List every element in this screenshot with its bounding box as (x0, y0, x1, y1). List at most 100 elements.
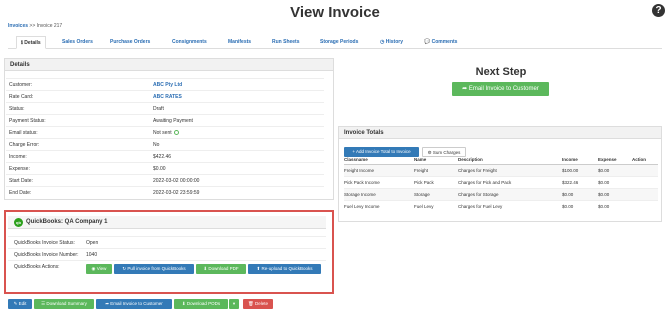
download-icon: ⬇ (203, 266, 208, 271)
table-cell: Pick Pack (414, 175, 458, 188)
download-pods-dropdown[interactable]: ▾ (229, 299, 239, 309)
tab-details-label: Details (24, 40, 41, 46)
delete-button[interactable]: 🗑 Delete (243, 299, 273, 309)
table-cell: $100.00 (562, 163, 598, 176)
qb-pull-label: Pull invoice from QuickBooks (127, 266, 186, 271)
share-icon: ➦ (105, 301, 109, 306)
table-cell: $0.00 (598, 163, 632, 176)
download-pods-label: Download PODs (186, 301, 221, 306)
quickbooks-header: qb QuickBooks: QA Company 1 (8, 216, 326, 229)
detail-value: 2022-03-02 23:59:59 (153, 190, 200, 196)
detail-row-status: Status: Draft (6, 102, 324, 114)
edit-label: Edit (18, 301, 27, 306)
table-cell: $0.00 (598, 175, 632, 188)
tab-history[interactable]: ◷ History (376, 36, 407, 49)
download-pods-button[interactable]: ⬇ Download PODs (174, 299, 228, 309)
upload-icon: ⬆ (256, 266, 261, 271)
tab-consignments[interactable]: Consignments (168, 36, 211, 49)
document-icon: ☰ (41, 301, 46, 306)
email-invoice-button[interactable]: ➦ Email Invoice to Customer (96, 299, 172, 309)
qb-reupload-label: Re-upload to QuickBooks (261, 266, 313, 271)
detail-label: End Date: (9, 190, 32, 196)
edit-button[interactable]: ✎ Edit (8, 299, 32, 309)
download-icon: ⬇ (181, 301, 186, 306)
table-row: Fuel Levy Income Fuel Levy Charges for F… (344, 199, 658, 212)
tab-comments[interactable]: 💬 Comments (420, 36, 461, 49)
table-row: Freight Income Freight Charges for Freig… (344, 163, 658, 176)
detail-row-income: Income: $422.46 (6, 150, 324, 162)
download-summary-label: Download Summary (46, 301, 87, 306)
invoice-totals-heading: Invoice Totals (339, 127, 661, 139)
plus-icon: + (352, 149, 355, 154)
detail-row-email-status: Email status: Not sent (6, 126, 324, 138)
qb-download-pdf-button[interactable]: ⬇ Download PDF (196, 264, 246, 274)
refresh-icon: ↻ (122, 266, 127, 271)
edit-icon: ✎ (13, 301, 18, 306)
tab-purchase-orders[interactable]: Purchase Orders (106, 36, 154, 49)
detail-row-customer: Customer: ABC Pty Ltd (6, 78, 324, 90)
tab-bar: ℹ Details Sales Orders Purchase Orders C… (8, 36, 662, 49)
tab-sales-orders[interactable]: Sales Orders (58, 36, 97, 49)
comment-icon: 💬 (424, 39, 431, 45)
table-row: Storage Income Storage Charges for Stora… (344, 187, 658, 200)
sum-charges-label: Sum Charges (432, 150, 461, 155)
table-cell: Storage Income (344, 187, 414, 200)
column-header: Description (458, 156, 562, 165)
quickbooks-title: QuickBooks: QA Company 1 (26, 219, 108, 225)
next-step-title: Next Step (475, 66, 527, 78)
tab-storage-periods[interactable]: Storage Periods (316, 36, 362, 49)
trash-icon: 🗑 (248, 301, 254, 306)
next-step-email-button[interactable]: ➦ Email Invoice to Customer (452, 82, 549, 96)
invoice-totals-table: Classname Name Description Income Expens… (344, 156, 658, 212)
clock-icon: ◷ (380, 39, 385, 45)
tab-comments-label: Comments (431, 39, 458, 45)
table-cell (632, 175, 658, 188)
details-heading: Details (5, 59, 333, 71)
download-summary-button[interactable]: ☰ Download Summary (34, 299, 94, 309)
detail-row-charge-error: Charge Error: No (6, 138, 324, 150)
table-cell: $0.00 (562, 199, 598, 212)
breadcrumb-current: Invoice 217 (36, 23, 63, 29)
table-cell (632, 199, 658, 212)
delete-label: Delete (254, 301, 268, 306)
detail-row-expense: Expense: $0.00 (6, 162, 324, 174)
tab-run-sheets[interactable]: Run Sheets (268, 36, 304, 49)
table-cell: $0.00 (562, 187, 598, 200)
qb-pdf-label: Download PDF (208, 266, 239, 271)
table-cell: Freight (414, 163, 458, 176)
help-icon[interactable]: ? (652, 4, 665, 17)
info-icon: ℹ (21, 40, 23, 46)
breadcrumb-separator: >> (29, 23, 36, 29)
tab-manifests[interactable]: Manifests (224, 36, 255, 49)
qb-view-button[interactable]: ◉ View (86, 264, 112, 274)
qb-row-status: QuickBooks Invoice Status: Open (8, 236, 326, 248)
tab-details[interactable]: ℹ Details (16, 36, 46, 49)
qb-reupload-button[interactable]: ⬆ Re-upload to QuickBooks (248, 264, 321, 274)
view-icon: ◉ (91, 266, 96, 271)
table-header-row: Classname Name Description Income Expens… (344, 156, 658, 165)
check-circle-icon (173, 130, 179, 135)
qb-pull-button[interactable]: ↻ Pull invoice from QuickBooks (114, 264, 194, 274)
table-cell: Charges for Fuel Levy (458, 199, 562, 212)
breadcrumb-invoices-link[interactable]: Invoices (8, 23, 28, 29)
detail-row-payment-status: Payment Status: Awaiting Payment (6, 114, 324, 126)
detail-row-end-date: End Date: 2022-03-02 23:59:59 (6, 186, 324, 198)
next-step-email-label: Email Invoice to Customer (468, 86, 539, 92)
detail-row-rate-card: Rate Card: ABC RATES (6, 90, 324, 102)
add-invoice-total-label: Add Invoice Total to Invoice (355, 149, 411, 154)
detail-label: QuickBooks Actions: (14, 264, 60, 270)
breadcrumb: Invoices >> Invoice 217 (8, 23, 62, 29)
email-status-text: Not sent (153, 130, 172, 136)
table-cell: Charges for Pick and Pack (458, 175, 562, 188)
table-cell: Freight Income (344, 163, 414, 176)
column-header: Name (414, 156, 458, 165)
table-cell: Pick Pack Income (344, 175, 414, 188)
table-row: Pick Pack Income Pick Pack Charges for P… (344, 175, 658, 188)
column-header: Classname (344, 156, 414, 165)
column-header: Income (562, 156, 598, 165)
table-cell: Charges for Freight (458, 163, 562, 176)
qb-view-label: View (96, 266, 107, 271)
page-title: View Invoice (290, 4, 380, 21)
gear-icon: ⚙ (427, 150, 432, 155)
table-cell: $0.00 (598, 199, 632, 212)
